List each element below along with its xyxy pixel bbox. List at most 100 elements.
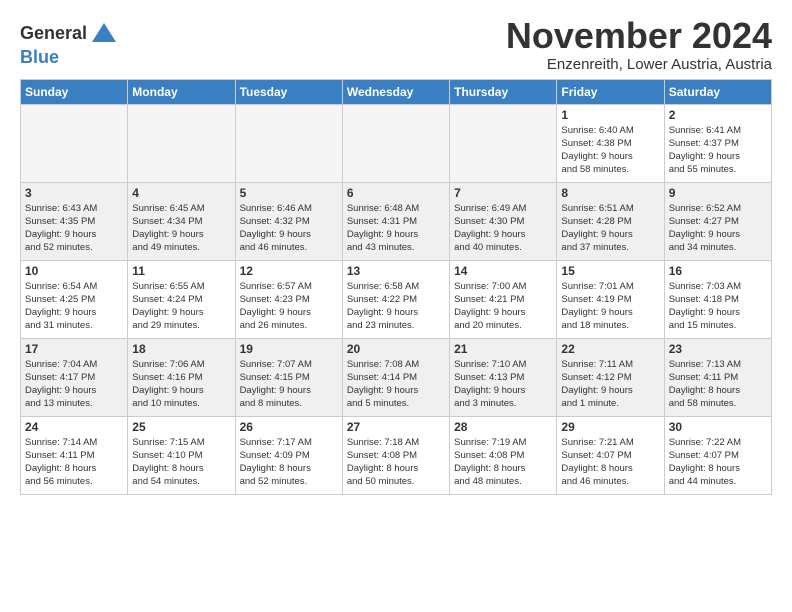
- table-cell: 7 Sunrise: 6:49 AM Sunset: 4:30 PM Daylig…: [450, 182, 557, 260]
- table-cell: 26Sunrise: 7:17 AM Sunset: 4:09 PM Dayli…: [235, 416, 342, 494]
- logo-icon: [90, 20, 118, 48]
- calendar-row: 24 Sunrise: 7:14 AM Sunset: 4:11 PM Dayli…: [21, 416, 772, 494]
- day-info: Sunrise: 6:40 AM Sunset: 4:38 PM Dayligh…: [561, 124, 659, 177]
- day-info: Sunrise: 6:45 AM Sunset: 4:34 PM Dayligh…: [132, 202, 230, 255]
- day-info: Sunrise: 7:11 AM Sunset: 4:12 PM Dayligh…: [561, 358, 659, 411]
- day-number: 21: [454, 342, 552, 356]
- calendar-row: 10 Sunrise: 6:54 AM Sunset: 4:25 PM Dayli…: [21, 260, 772, 338]
- day-info: Sunrise: 6:49 AM Sunset: 4:30 PM Dayligh…: [454, 202, 552, 255]
- day-number: 7: [454, 186, 552, 200]
- day-number: 2: [669, 108, 767, 122]
- table-cell: [128, 104, 235, 182]
- table-cell: 10 Sunrise: 6:54 AM Sunset: 4:25 PM Dayli…: [21, 260, 128, 338]
- table-cell: 21 Sunrise: 7:10 AM Sunset: 4:13 PM Dayli…: [450, 338, 557, 416]
- day-number: 22: [561, 342, 659, 356]
- day-number: 4: [132, 186, 230, 200]
- table-cell: 3 Sunrise: 6:43 AM Sunset: 4:35 PM Daylig…: [21, 182, 128, 260]
- col-friday: Friday: [557, 79, 664, 104]
- table-cell: 27 Sunrise: 7:18 AM Sunset: 4:08 PM Dayli…: [342, 416, 449, 494]
- table-cell: 1 Sunrise: 6:40 AM Sunset: 4:38 PM Daylig…: [557, 104, 664, 182]
- table-cell: 18 Sunrise: 7:06 AM Sunset: 4:16 PM Dayli…: [128, 338, 235, 416]
- day-info: Sunrise: 7:00 AM Sunset: 4:21 PM Dayligh…: [454, 280, 552, 333]
- col-wednesday: Wednesday: [342, 79, 449, 104]
- day-number: 17: [25, 342, 123, 356]
- day-info: Sunrise: 7:01 AM Sunset: 4:19 PM Dayligh…: [561, 280, 659, 333]
- col-saturday: Saturday: [664, 79, 771, 104]
- day-number: 12: [240, 264, 338, 278]
- table-cell: [342, 104, 449, 182]
- table-cell: 16 Sunrise: 7:03 AM Sunset: 4:18 PM Dayli…: [664, 260, 771, 338]
- day-number: 9: [669, 186, 767, 200]
- day-number: 30: [669, 420, 767, 434]
- table-cell: 25Sunrise: 7:15 AM Sunset: 4:10 PM Dayli…: [128, 416, 235, 494]
- day-info: Sunrise: 6:41 AM Sunset: 4:37 PM Dayligh…: [669, 124, 767, 177]
- day-number: 3: [25, 186, 123, 200]
- table-cell: [450, 104, 557, 182]
- day-number: 26: [240, 420, 338, 434]
- day-info: Sunrise: 6:43 AM Sunset: 4:35 PM Dayligh…: [25, 202, 123, 255]
- day-info: Sunrise: 7:15 AM Sunset: 4:10 PM Dayligh…: [132, 436, 230, 489]
- day-number: 27: [347, 420, 445, 434]
- page: General Blue November 2024 Enzenreith, L…: [0, 0, 792, 505]
- day-info: Sunrise: 6:51 AM Sunset: 4:28 PM Dayligh…: [561, 202, 659, 255]
- day-number: 16: [669, 264, 767, 278]
- table-cell: 24 Sunrise: 7:14 AM Sunset: 4:11 PM Dayli…: [21, 416, 128, 494]
- month-title: November 2024: [506, 16, 772, 56]
- table-cell: 15 Sunrise: 7:01 AM Sunset: 4:19 PM Dayli…: [557, 260, 664, 338]
- calendar-row: 3 Sunrise: 6:43 AM Sunset: 4:35 PM Daylig…: [21, 182, 772, 260]
- col-thursday: Thursday: [450, 79, 557, 104]
- day-number: 14: [454, 264, 552, 278]
- day-number: 19: [240, 342, 338, 356]
- table-cell: 30 Sunrise: 7:22 AM Sunset: 4:07 PM Dayli…: [664, 416, 771, 494]
- calendar-table: Sunday Monday Tuesday Wednesday Thursday…: [20, 79, 772, 495]
- table-cell: 20 Sunrise: 7:08 AM Sunset: 4:14 PM Dayli…: [342, 338, 449, 416]
- day-info: Sunrise: 7:21 AM Sunset: 4:07 PM Dayligh…: [561, 436, 659, 489]
- day-info: Sunrise: 7:03 AM Sunset: 4:18 PM Dayligh…: [669, 280, 767, 333]
- day-info: Sunrise: 6:46 AM Sunset: 4:32 PM Dayligh…: [240, 202, 338, 255]
- day-info: Sunrise: 7:18 AM Sunset: 4:08 PM Dayligh…: [347, 436, 445, 489]
- table-cell: 12Sunrise: 6:57 AM Sunset: 4:23 PM Dayli…: [235, 260, 342, 338]
- day-number: 1: [561, 108, 659, 122]
- day-number: 23: [669, 342, 767, 356]
- table-cell: 23Sunrise: 7:13 AM Sunset: 4:11 PM Dayli…: [664, 338, 771, 416]
- calendar-row: 1 Sunrise: 6:40 AM Sunset: 4:38 PM Daylig…: [21, 104, 772, 182]
- title-block: November 2024 Enzenreith, Lower Austria,…: [506, 16, 772, 73]
- day-info: Sunrise: 7:22 AM Sunset: 4:07 PM Dayligh…: [669, 436, 767, 489]
- day-info: Sunrise: 6:54 AM Sunset: 4:25 PM Dayligh…: [25, 280, 123, 333]
- logo-text2: Blue: [20, 48, 118, 68]
- day-number: 13: [347, 264, 445, 278]
- table-cell: 19Sunrise: 7:07 AM Sunset: 4:15 PM Dayli…: [235, 338, 342, 416]
- day-info: Sunrise: 7:10 AM Sunset: 4:13 PM Dayligh…: [454, 358, 552, 411]
- day-number: 15: [561, 264, 659, 278]
- table-cell: 6Sunrise: 6:48 AM Sunset: 4:31 PM Daylig…: [342, 182, 449, 260]
- day-info: Sunrise: 7:14 AM Sunset: 4:11 PM Dayligh…: [25, 436, 123, 489]
- table-cell: 28 Sunrise: 7:19 AM Sunset: 4:08 PM Dayli…: [450, 416, 557, 494]
- table-cell: 22 Sunrise: 7:11 AM Sunset: 4:12 PM Dayli…: [557, 338, 664, 416]
- day-info: Sunrise: 6:52 AM Sunset: 4:27 PM Dayligh…: [669, 202, 767, 255]
- header-row: Sunday Monday Tuesday Wednesday Thursday…: [21, 79, 772, 104]
- day-info: Sunrise: 7:19 AM Sunset: 4:08 PM Dayligh…: [454, 436, 552, 489]
- day-number: 29: [561, 420, 659, 434]
- day-number: 28: [454, 420, 552, 434]
- subtitle: Enzenreith, Lower Austria, Austria: [506, 56, 772, 73]
- day-info: Sunrise: 7:08 AM Sunset: 4:14 PM Dayligh…: [347, 358, 445, 411]
- table-cell: [21, 104, 128, 182]
- day-info: Sunrise: 7:04 AM Sunset: 4:17 PM Dayligh…: [25, 358, 123, 411]
- calendar-row: 17 Sunrise: 7:04 AM Sunset: 4:17 PM Dayli…: [21, 338, 772, 416]
- table-cell: 14 Sunrise: 7:00 AM Sunset: 4:21 PM Dayli…: [450, 260, 557, 338]
- table-cell: [235, 104, 342, 182]
- col-monday: Monday: [128, 79, 235, 104]
- logo-text: General: [20, 24, 87, 44]
- day-number: 24: [25, 420, 123, 434]
- table-cell: 11Sunrise: 6:55 AM Sunset: 4:24 PM Dayli…: [128, 260, 235, 338]
- header: General Blue November 2024 Enzenreith, L…: [20, 16, 772, 73]
- table-cell: 5Sunrise: 6:46 AM Sunset: 4:32 PM Daylig…: [235, 182, 342, 260]
- table-cell: 9 Sunrise: 6:52 AM Sunset: 4:27 PM Daylig…: [664, 182, 771, 260]
- table-cell: 13Sunrise: 6:58 AM Sunset: 4:22 PM Dayli…: [342, 260, 449, 338]
- day-number: 10: [25, 264, 123, 278]
- day-number: 18: [132, 342, 230, 356]
- logo: General Blue: [20, 20, 118, 68]
- day-number: 20: [347, 342, 445, 356]
- day-number: 8: [561, 186, 659, 200]
- day-info: Sunrise: 7:06 AM Sunset: 4:16 PM Dayligh…: [132, 358, 230, 411]
